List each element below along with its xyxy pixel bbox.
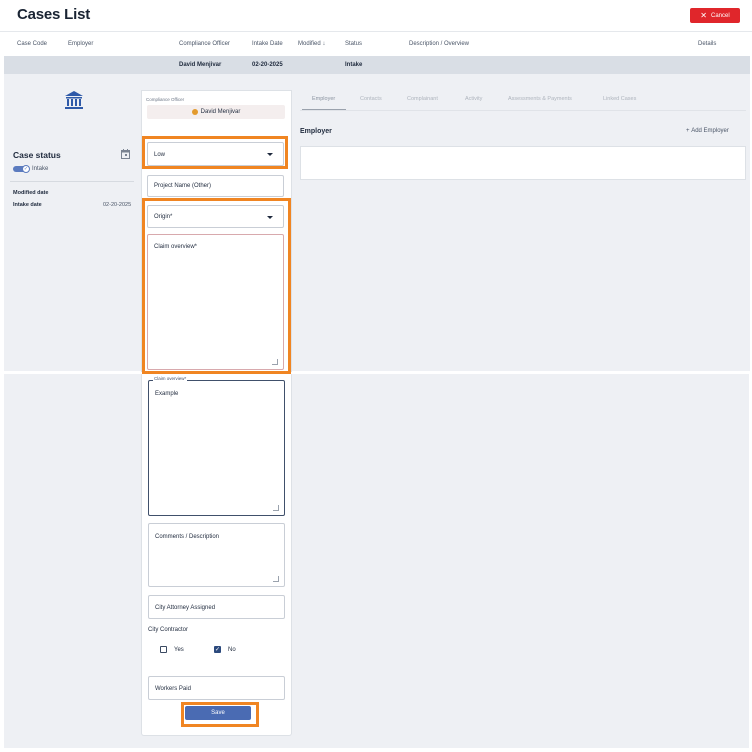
- comments-field[interactable]: Comments / Description: [148, 523, 285, 587]
- resize-handle-icon[interactable]: [273, 576, 279, 582]
- tab-assessments[interactable]: Assessments & Payments: [508, 96, 572, 102]
- workers-paid-field[interactable]: Workers Paid: [148, 676, 285, 700]
- col-description[interactable]: Description / Overview: [409, 41, 469, 47]
- col-intake-date[interactable]: Intake Date: [252, 41, 283, 47]
- employer-list: [300, 146, 746, 180]
- intake-date-value: 02-20-2025: [103, 202, 132, 208]
- check-icon: ✓: [22, 165, 30, 173]
- detail-panel: [4, 74, 750, 372]
- city-attorney-field[interactable]: City Attorney Assigned: [148, 595, 285, 619]
- calendar-icon[interactable]: [121, 149, 130, 159]
- table-header: Case Code Employer Compliance Officer In…: [0, 32, 752, 56]
- origin-select[interactable]: Origin*: [147, 205, 284, 228]
- row-officer: David Menjivar: [179, 62, 222, 68]
- row-intake-date: 02-20-2025: [252, 62, 283, 68]
- resize-handle-icon[interactable]: [272, 359, 278, 365]
- chevron-down-icon: [267, 153, 273, 156]
- intake-date-label: Intake date: [13, 202, 42, 208]
- save-button[interactable]: Save: [185, 706, 251, 720]
- claim-overview-field[interactable]: Claim overview*: [147, 234, 284, 370]
- yes-label: Yes: [174, 647, 184, 653]
- table-row[interactable]: David Menjivar 02-20-2025 Intake: [4, 56, 750, 74]
- shield-icon: [191, 109, 198, 115]
- priority-value: Low: [154, 152, 166, 158]
- project-name-field[interactable]: Project Name (Other): [147, 175, 284, 197]
- close-icon: ✕: [700, 10, 707, 20]
- tab-employer[interactable]: Employer: [312, 96, 335, 102]
- status-value: Intake: [32, 166, 49, 172]
- officer-name: David Menjivar: [200, 109, 241, 115]
- case-status-title: Case status: [13, 150, 61, 160]
- left-divider: [10, 181, 134, 182]
- cancel-label: Cancel: [711, 12, 730, 19]
- claim-placeholder: Claim overview*: [154, 244, 198, 250]
- officer-caption: Compliance Officer: [146, 97, 185, 102]
- priority-select[interactable]: Low: [147, 142, 284, 166]
- col-status[interactable]: Status: [345, 41, 362, 47]
- page-title: Cases List: [17, 6, 91, 23]
- yes-checkbox[interactable]: [160, 646, 167, 653]
- claim-legend: Claim overview*: [153, 376, 188, 381]
- detail-panel-lower: [4, 374, 749, 748]
- claim-overview-input[interactable]: Example: [148, 380, 285, 516]
- tab-complainant[interactable]: Complainant: [407, 96, 438, 102]
- no-checkbox[interactable]: ✓: [214, 646, 221, 653]
- col-modified[interactable]: Modified ↓: [298, 41, 325, 47]
- row-status: Intake: [345, 62, 363, 68]
- col-details[interactable]: Details: [698, 41, 716, 47]
- project-name-placeholder: Project Name (Other): [154, 183, 212, 189]
- cancel-button[interactable]: ✕ Cancel: [690, 8, 740, 23]
- add-employer-button[interactable]: + Add Employer: [686, 128, 729, 134]
- add-employer-label: Add Employer: [691, 128, 729, 134]
- city-contractor-label: City Contractor: [148, 627, 189, 633]
- comments-placeholder: Comments / Description: [155, 534, 220, 540]
- city-attorney-placeholder: City Attorney Assigned: [155, 605, 216, 611]
- modified-date-label: Modified date: [13, 190, 49, 196]
- bank-icon: [65, 91, 83, 109]
- claim-value: Example: [155, 391, 179, 397]
- chevron-down-icon: [267, 216, 273, 219]
- tab-linked-cases[interactable]: Linked Cases: [603, 96, 636, 102]
- col-employer[interactable]: Employer: [68, 41, 93, 47]
- tab-activity[interactable]: Activity: [465, 96, 482, 102]
- detail-tabs: Employer Contacts Complainant Activity A…: [300, 90, 746, 111]
- tab-contacts[interactable]: Contacts: [360, 96, 382, 102]
- col-case-code[interactable]: Case Code: [17, 41, 47, 47]
- no-label: No: [228, 647, 236, 653]
- origin-placeholder: Origin*: [154, 214, 173, 220]
- employer-heading: Employer: [300, 128, 332, 135]
- resize-handle-icon[interactable]: [273, 505, 279, 511]
- tab-underline: [302, 109, 346, 110]
- plus-icon: +: [686, 128, 690, 134]
- col-compliance-officer[interactable]: Compliance Officer: [179, 41, 230, 47]
- officer-chip[interactable]: David Menjivar: [147, 105, 285, 119]
- workers-paid-placeholder: Workers Paid: [155, 686, 191, 692]
